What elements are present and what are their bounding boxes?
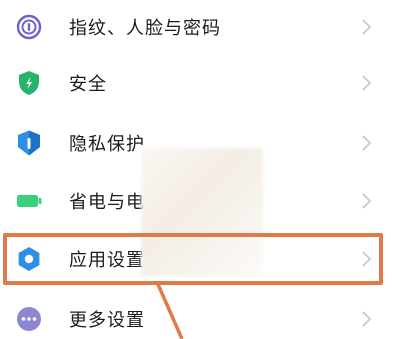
- settings-screen: 指纹、人脸与密码 安全 隐私保护 省电与电 应用设置 更多设置: [0, 0, 397, 339]
- pointer-line: [155, 281, 184, 339]
